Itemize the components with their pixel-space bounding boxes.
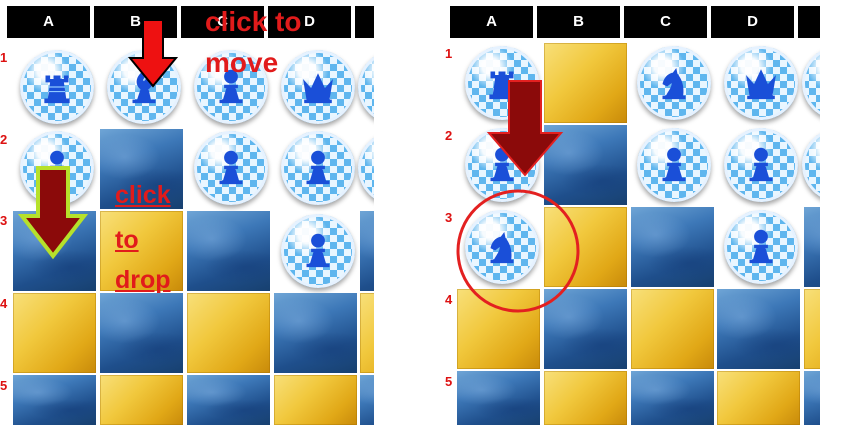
square-e5[interactable] — [360, 375, 374, 425]
square-b5[interactable] — [100, 375, 183, 425]
row-label-1: 1 — [445, 46, 453, 61]
piece-pawn-d3[interactable] — [724, 210, 798, 284]
column-header-e — [355, 6, 374, 38]
piece-queen-d1[interactable] — [724, 46, 798, 120]
square-e3[interactable] — [360, 211, 374, 291]
column-header-d: D — [711, 6, 794, 38]
column-header-a: A — [450, 6, 533, 38]
square-a5[interactable] — [13, 375, 96, 425]
square-e4[interactable] — [804, 289, 820, 369]
square-c5[interactable] — [631, 371, 714, 425]
pawn-icon — [219, 150, 243, 185]
piece-queen-d1[interactable] — [281, 50, 355, 124]
row-label-2: 2 — [445, 128, 453, 143]
piece-partial-e1 — [802, 46, 820, 120]
piece-partial-e2 — [802, 128, 820, 202]
highlight-circle — [456, 189, 580, 313]
knight-icon — [662, 68, 686, 100]
square-c5[interactable] — [187, 375, 270, 425]
square-d5[interactable] — [717, 371, 800, 425]
row-label-2: 2 — [0, 132, 8, 147]
annotation-click-to-move-line2: move — [205, 47, 279, 78]
queen-icon — [303, 73, 333, 104]
pawn-icon — [306, 150, 330, 185]
red-arrow-down-icon — [128, 19, 178, 88]
pawn-icon — [749, 229, 773, 264]
square-b4[interactable] — [100, 293, 183, 373]
square-d4[interactable] — [717, 289, 800, 369]
column-header-a: A — [7, 6, 90, 38]
row-label-5: 5 — [0, 378, 8, 393]
pawn-icon — [306, 233, 330, 268]
square-c3[interactable] — [631, 207, 714, 287]
piece-partial-e1 — [358, 50, 374, 124]
piece-pawn-d2[interactable] — [281, 131, 355, 205]
row-label-4: 4 — [0, 296, 8, 311]
annotation-click-to-move-line1: click to — [205, 6, 302, 37]
annotation-to: to — [115, 226, 139, 254]
drop-arrow-down-icon — [18, 166, 88, 260]
piece-pawn-d3[interactable] — [281, 214, 355, 288]
pawn-icon — [749, 147, 773, 182]
square-e5[interactable] — [804, 371, 820, 425]
square-c3[interactable] — [187, 211, 270, 291]
right-board: A B C D 1 2 3 4 5 — [445, 0, 820, 428]
square-a4[interactable] — [13, 293, 96, 373]
column-header-c: C — [624, 6, 707, 38]
square-c4[interactable] — [187, 293, 270, 373]
square-e4[interactable] — [360, 293, 374, 373]
queen-icon — [746, 69, 776, 100]
square-b5[interactable] — [544, 371, 627, 425]
square-c4[interactable] — [631, 289, 714, 369]
square-e3[interactable] — [804, 207, 820, 287]
piece-pawn-c2[interactable] — [194, 131, 268, 205]
annotation-drop: drop — [115, 266, 171, 294]
piece-partial-e2 — [358, 131, 374, 205]
column-header-b: B — [537, 6, 620, 38]
piece-pawn-c2[interactable] — [637, 128, 711, 202]
column-header-e — [798, 6, 820, 38]
rook-icon — [44, 75, 70, 104]
square-d4[interactable] — [274, 293, 357, 373]
square-d5[interactable] — [274, 375, 357, 425]
piece-pawn-d2[interactable] — [724, 128, 798, 202]
annotation-click: click — [115, 181, 171, 209]
pawn-icon — [662, 147, 686, 182]
row-label-3: 3 — [0, 213, 8, 228]
left-board: A B C D 1 2 3 4 5 click to move click to… — [0, 0, 374, 428]
square-a5[interactable] — [457, 371, 540, 425]
row-label-1: 1 — [0, 50, 8, 65]
piece-knight-c1[interactable] — [637, 46, 711, 120]
row-label-5: 5 — [445, 374, 453, 389]
move-arrow-down-icon — [486, 80, 564, 177]
piece-rook-a1[interactable] — [20, 50, 94, 124]
